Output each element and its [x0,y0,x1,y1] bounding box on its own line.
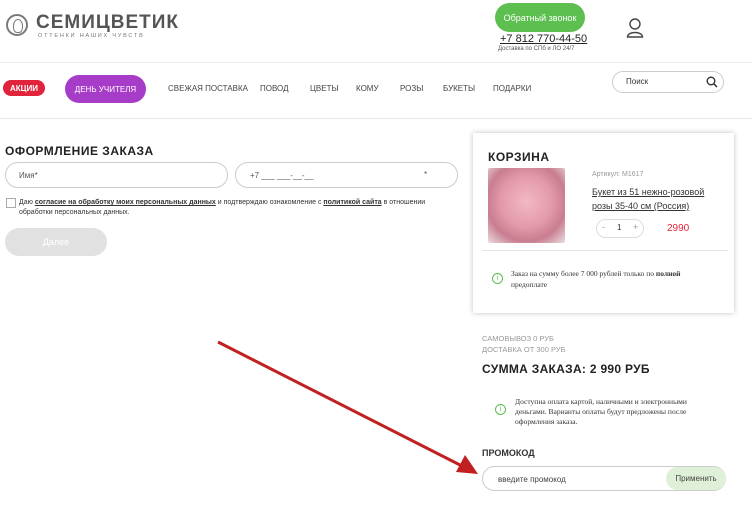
consent-link-data[interactable]: согласие на обработку моих персональных … [35,199,216,206]
promo-badge[interactable]: АКЦИИ [3,80,45,96]
delivery-info: Доставка по СПб и ЛО 24/7 [498,46,575,52]
phone-link[interactable]: +7 812 770-44-50 [500,33,587,45]
nav-item-bouquets[interactable]: БУКЕТЫ [443,84,475,93]
teacher-day-button[interactable]: ДЕНЬ УЧИТЕЛЯ [65,75,146,103]
consent-mid: и подтверждаю ознакомление с [217,199,322,206]
consent-link-policy[interactable]: политикой сайта [323,199,381,206]
cart-note-suffix: предоплате [511,280,548,289]
order-total: СУММА ЗАКАЗА: 2 990 РУБ [482,362,650,376]
promo-title: ПРОМОКОД [482,448,535,458]
quantity-value[interactable]: 1 [617,223,621,232]
next-button[interactable]: Далее [5,228,107,256]
name-field[interactable] [5,162,228,188]
info-icon: i [495,404,506,415]
phone-placeholder[interactable]: +7 ___ ___-__-__ [250,171,313,180]
user-icon[interactable] [626,18,644,38]
order-title: ОФОРМЛЕНИЕ ЗАКАЗА [5,144,154,158]
nav-divider [0,118,752,119]
callback-button[interactable]: Обратный звонок [495,3,585,32]
phone-required-mark: * [424,170,428,179]
promo-placeholder[interactable]: введите промокод [498,475,566,484]
product-name-link[interactable]: Букет из 51 нежно-розовой розы 35-40 см … [592,185,717,213]
apply-promo-button[interactable]: Применить [666,467,726,490]
product-price: 2990 [667,223,690,234]
cart-divider [482,250,728,251]
nav-item-recipient[interactable]: КОМУ [356,84,379,93]
delivery-cost: ДОСТАВКА ОТ 300 РУБ [482,345,566,354]
product-image[interactable] [488,168,565,243]
search-placeholder[interactable]: Поиск [626,77,648,86]
nav-item-roses[interactable]: РОЗЫ [400,84,423,93]
nav-item-occasion[interactable]: ПОВОД [260,84,289,93]
cart-note-prefix: Заказ на сумму более 7 000 рублей только… [511,269,655,278]
consent-prefix: Даю [19,199,33,206]
logo-icon[interactable] [6,14,28,36]
name-placeholder[interactable]: Имя* [19,171,38,180]
search-icon[interactable] [706,76,718,88]
consent-checkbox[interactable] [6,198,16,208]
header-divider [0,62,752,63]
quantity-minus-button[interactable]: - [602,222,605,232]
product-sku: Артикул: М1617 [592,171,644,178]
info-icon: i [492,273,503,284]
nav-item-fresh[interactable]: СВЕЖАЯ ПОСТАВКА [168,84,248,93]
cart-prepay-note: Заказ на сумму более 7 000 рублей только… [511,268,711,290]
brand-name[interactable]: СЕМИЦВЕТИК [36,12,179,34]
cart-title: КОРЗИНА [488,150,550,164]
payment-note: Доступна оплата картой, наличными и элек… [515,397,687,426]
cart-note-bold: полной [655,269,681,278]
pickup-cost: САМОВЫВОЗ 0 РУБ [482,334,554,343]
consent-text: Даю согласие на обработку моих персональ… [19,198,439,218]
brand-tagline: ОТТЕНКИ НАШИХ ЧУВСТВ [38,33,145,39]
nav-item-flowers[interactable]: ЦВЕТЫ [310,84,339,93]
quantity-plus-button[interactable]: + [633,222,638,232]
nav-item-gifts[interactable]: ПОДАРКИ [493,84,531,93]
